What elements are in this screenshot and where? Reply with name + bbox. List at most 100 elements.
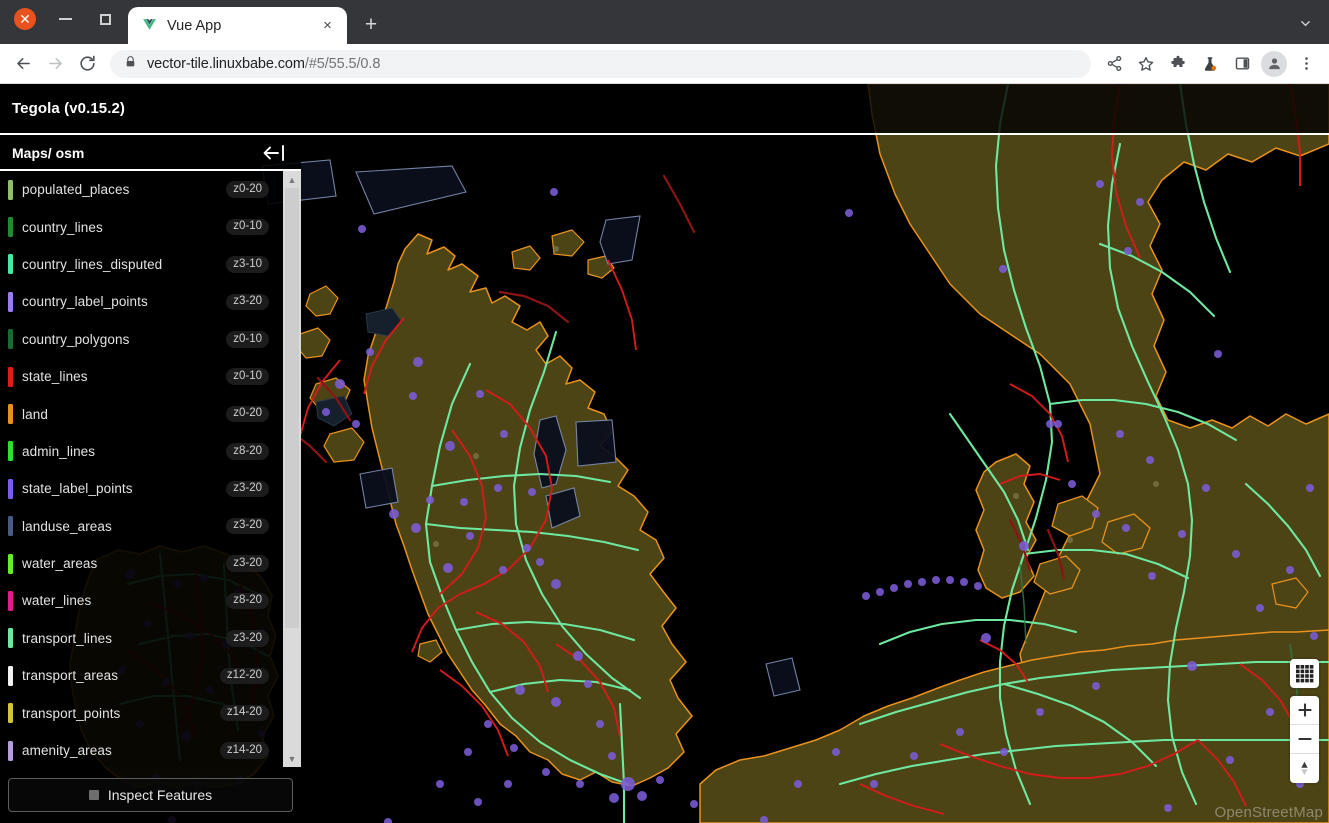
window-controls: ✕ [8,0,122,44]
close-icon: ✕ [14,8,36,30]
layer-zoom-range-badge: z0-10 [226,218,269,236]
layer-name: state_label_points [22,481,133,497]
layer-row[interactable]: transport_lines z3-20 [0,620,283,657]
layers-scroll-area[interactable]: populated_places z0-20 country_lines z0-10 c… [0,171,301,767]
layer-color-swatch[interactable] [8,553,13,574]
layer-zoom-range-badge: z12-20 [219,667,269,685]
layer-color-swatch[interactable] [8,366,13,387]
layer-zoom-range-badge: z8-20 [226,443,269,460]
compass-icon[interactable] [1290,754,1319,783]
tab-search-button[interactable] [1291,9,1319,37]
share-icon[interactable] [1099,49,1129,79]
layer-name: water_areas [22,556,98,572]
layer-row[interactable]: water_lines z8-20 [0,582,283,619]
zoom-in-button[interactable] [1290,696,1319,725]
layer-row[interactable]: water_areas z3-20 [0,545,283,582]
new-tab-button[interactable]: + [355,9,387,41]
profile-avatar-icon[interactable] [1259,49,1289,79]
layer-name: water_lines [22,593,92,609]
reload-button[interactable] [72,49,102,79]
layer-color-swatch[interactable] [8,703,13,724]
layer-row[interactable]: transport_areas z12-20 [0,657,283,694]
layer-row[interactable]: country_label_points z3-20 [0,283,283,320]
map-attribution[interactable]: OpenStreetMap [1211,802,1328,823]
back-button[interactable] [8,49,38,79]
layer-row[interactable]: state_label_points z3-20 [0,470,283,507]
layer-name: transport_lines [22,630,113,646]
layer-name: country_lines_disputed [22,256,163,272]
map-breadcrumb: Maps/ osm [12,145,85,161]
layers-scrollbar[interactable]: ▲ ▼ [283,171,301,767]
collapse-panel-left-icon[interactable] [257,139,291,167]
url-host: vector-tile.linuxbabe.com [147,55,305,72]
layer-row[interactable]: populated_places z0-20 [0,171,283,208]
layer-color-swatch[interactable] [8,404,13,425]
app-title: Tegola (v0.15.2) [12,100,126,117]
layer-color-swatch[interactable] [8,291,13,312]
layer-zoom-range-badge: z14-20 [219,704,269,722]
layer-zoom-range-badge: z3-20 [226,293,269,311]
scroll-up-arrow[interactable]: ▲ [283,171,301,188]
tile-grid-icon[interactable] [1290,659,1319,688]
layer-color-swatch[interactable] [8,665,13,686]
zoom-controls [1290,696,1319,783]
scrollbar-thumb[interactable] [285,188,299,628]
layer-row[interactable]: amenity_areas z14-20 [0,732,283,767]
layer-row[interactable]: admin_lines z8-20 [0,433,283,470]
layer-color-swatch[interactable] [8,441,13,462]
scrollbar-track[interactable] [283,188,301,750]
layer-name: amenity_areas [22,743,112,759]
layer-row[interactable]: state_lines z0-10 [0,358,283,395]
layer-color-swatch[interactable] [8,179,13,200]
browser-toolbar: vector-tile.linuxbabe.com/#5/55.5/0.8 [0,44,1329,84]
layer-zoom-range-badge: z3-20 [226,517,269,535]
scroll-down-arrow[interactable]: ▼ [283,750,301,767]
layers-panel: Maps/ osm populated_places z0-20 country_l… [0,137,301,823]
browser-tab[interactable]: Vue App × [128,7,347,44]
layer-zoom-range-badge: z8-20 [226,592,269,610]
app-header: Tegola (v0.15.2) [0,84,1329,135]
layer-color-swatch[interactable] [8,254,13,275]
window-close-button[interactable]: ✕ [8,4,42,34]
layer-name: state_lines [22,369,88,385]
extensions-puzzle-icon[interactable] [1163,49,1193,79]
lock-icon [124,55,137,73]
layers-list: populated_places z0-20 country_lines z0-10 c… [0,171,283,767]
window-maximize-button[interactable] [88,4,122,34]
layer-zoom-range-badge: z0-10 [226,331,269,348]
app-viewport: Tegola (v0.15.2) Maps/ osm populated_pla… [0,84,1329,823]
chrome-menu-icon[interactable] [1291,49,1321,79]
layer-row[interactable]: landuse_areas z3-20 [0,508,283,545]
tab-close-icon[interactable]: × [318,16,337,35]
window-minimize-button[interactable] [48,4,82,34]
layer-name: landuse_areas [22,518,112,534]
layer-color-swatch[interactable] [8,217,13,238]
minimize-icon [58,18,72,20]
tab-strip: ✕ Vue App × + [0,0,1329,44]
forward-button[interactable] [40,49,70,79]
experiments-flask-icon[interactable] [1195,49,1225,79]
inspect-features-button[interactable]: Inspect Features [8,778,293,812]
layer-name: country_polygons [22,331,130,347]
layer-row[interactable]: transport_points z14-20 [0,694,283,731]
bookmark-star-icon[interactable] [1131,49,1161,79]
layer-color-swatch[interactable] [8,590,13,611]
layer-color-swatch[interactable] [8,329,13,350]
layer-color-swatch[interactable] [8,516,13,537]
layer-name: country_label_points [22,294,148,310]
layer-row[interactable]: country_lines z0-10 [0,208,283,245]
address-bar[interactable]: vector-tile.linuxbabe.com/#5/55.5/0.8 [110,49,1091,78]
side-panel-icon[interactable] [1227,49,1257,79]
layer-row[interactable]: country_polygons z0-10 [0,321,283,358]
zoom-out-button[interactable] [1290,725,1319,754]
layer-name: land [22,406,48,422]
layer-name: admin_lines [22,443,96,459]
layer-row[interactable]: land z0-20 [0,395,283,432]
layer-color-swatch[interactable] [8,740,13,761]
layer-color-swatch[interactable] [8,628,13,649]
inspect-features-checkbox[interactable] [88,790,99,800]
layer-name: transport_areas [22,668,119,684]
layer-color-swatch[interactable] [8,478,13,499]
layer-row[interactable]: country_lines_disputed z3-10 [0,246,283,283]
layer-zoom-range-badge: z3-20 [226,480,269,498]
